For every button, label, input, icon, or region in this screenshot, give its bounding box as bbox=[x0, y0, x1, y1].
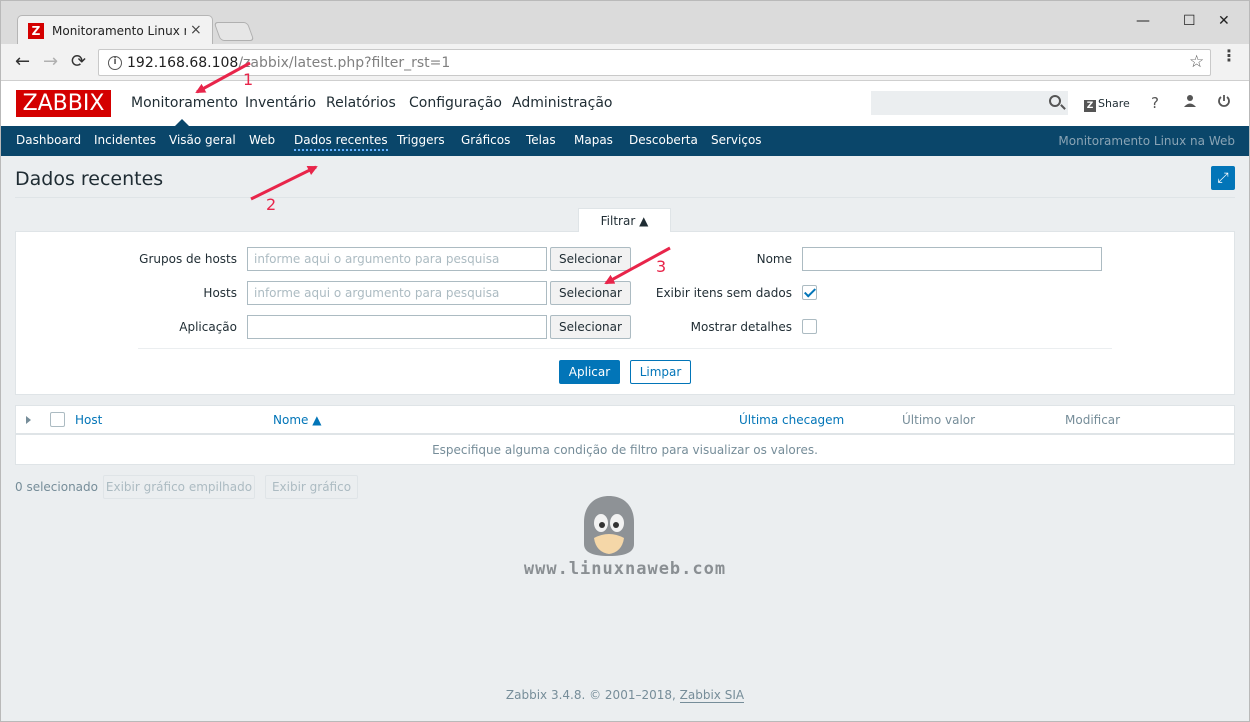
clear-button[interactable]: Limpar bbox=[630, 360, 691, 384]
menu-configuracao[interactable]: Configuração bbox=[409, 95, 502, 111]
menu-monitoramento[interactable]: Monitoramento bbox=[131, 95, 238, 126]
tab-title: Monitoramento Linux na bbox=[52, 24, 186, 38]
penguin-logo-icon bbox=[584, 496, 634, 556]
hosts-input[interactable] bbox=[247, 281, 547, 305]
fullscreen-icon[interactable]: ⤢ bbox=[1211, 166, 1235, 190]
submenu-dashboard[interactable]: Dashboard bbox=[16, 133, 81, 147]
apply-button[interactable]: Aplicar bbox=[559, 360, 620, 384]
submenu-triggers[interactable]: Triggers bbox=[397, 133, 445, 147]
submenu-web[interactable]: Web bbox=[249, 133, 275, 147]
table-header: Host Nome ▲ Última checagem Último valor… bbox=[16, 406, 1234, 435]
submenu-dados-recentes[interactable]: Dados recentes bbox=[294, 133, 388, 151]
search-icon[interactable] bbox=[1049, 95, 1061, 107]
share-z-icon: Z bbox=[1084, 100, 1096, 112]
share-button[interactable]: Z Share bbox=[1084, 97, 1130, 112]
stacked-graph-button[interactable]: Exibir gráfico empilhado bbox=[103, 475, 255, 499]
zabbix-header: ZABBIX Monitoramento Inventário Relatóri… bbox=[0, 81, 1250, 126]
latest-data-table: Host Nome ▲ Última checagem Último valor… bbox=[15, 405, 1235, 465]
footer-link[interactable]: Zabbix SIA bbox=[679, 688, 745, 703]
browser-tab[interactable]: Z Monitoramento Linux na × bbox=[17, 15, 213, 45]
submenu-visao-geral[interactable]: Visão geral bbox=[169, 133, 236, 147]
name-input[interactable] bbox=[802, 247, 1102, 271]
submenu-bar: Dashboard Incidentes Visão geral Web Dad… bbox=[0, 126, 1250, 156]
browser-titlebar: Z Monitoramento Linux na × — ☐ ✕ bbox=[0, 0, 1250, 45]
annotation-arrow-2 bbox=[250, 165, 318, 201]
application-label: Aplicação bbox=[179, 320, 237, 334]
menu-relatorios[interactable]: Relatórios bbox=[326, 95, 396, 111]
annotation-label-1: 1 bbox=[243, 70, 254, 89]
window-close-icon[interactable]: ✕ bbox=[1218, 13, 1230, 29]
show-items-without-data-checkbox[interactable] bbox=[802, 285, 817, 300]
annotation-label-2: 2 bbox=[266, 195, 277, 214]
select-host-groups-button[interactable]: Selecionar bbox=[550, 247, 631, 271]
graph-button[interactable]: Exibir gráfico bbox=[265, 475, 358, 499]
menu-inventario[interactable]: Inventário bbox=[245, 95, 316, 111]
zabbix-logo[interactable]: ZABBIX bbox=[16, 90, 111, 117]
submenu-telas[interactable]: Telas bbox=[526, 133, 556, 147]
show-details-label: Mostrar detalhes bbox=[690, 320, 792, 334]
back-arrow-icon[interactable]: ← bbox=[15, 51, 30, 72]
forward-arrow-icon[interactable]: → bbox=[43, 51, 58, 72]
host-groups-input[interactable] bbox=[247, 247, 547, 271]
maximize-icon[interactable]: ☐ bbox=[1183, 13, 1196, 29]
reload-icon[interactable]: ⟳ bbox=[71, 51, 86, 72]
tab-close-icon[interactable]: × bbox=[190, 22, 202, 38]
title-divider bbox=[15, 197, 1235, 198]
submenu-servicos[interactable]: Serviços bbox=[711, 133, 762, 147]
page-title: Dados recentes bbox=[15, 168, 164, 190]
filter-tab[interactable]: Filtrar ▲ bbox=[578, 208, 671, 232]
address-bar[interactable]: i 192.168.68.108/zabbix/latest.php?filte… bbox=[98, 49, 1211, 76]
host-groups-label: Grupos de hosts bbox=[139, 252, 237, 266]
submenu-mapas[interactable]: Mapas bbox=[574, 133, 613, 147]
column-nome[interactable]: Nome ▲ bbox=[273, 413, 321, 427]
global-search-input[interactable] bbox=[871, 91, 1068, 115]
url-text: 192.168.68.108/zabbix/latest.php?filter_… bbox=[127, 55, 450, 71]
expand-all-icon[interactable] bbox=[26, 416, 31, 424]
submenu-descoberta[interactable]: Descoberta bbox=[629, 133, 698, 147]
annotation-label-3: 3 bbox=[656, 257, 667, 276]
help-icon[interactable]: ? bbox=[1151, 94, 1159, 112]
column-ultima-checagem[interactable]: Última checagem bbox=[739, 413, 844, 427]
table-empty-message: Especifique alguma condição de filtro pa… bbox=[432, 443, 818, 457]
browser-menu-icon[interactable]: ⋮ bbox=[1221, 48, 1237, 64]
select-application-button[interactable]: Selecionar bbox=[550, 315, 631, 339]
application-input[interactable] bbox=[247, 315, 547, 339]
url-path: /zabbix/latest.php?filter_rst=1 bbox=[238, 55, 451, 71]
info-icon[interactable]: i bbox=[108, 56, 122, 70]
select-hosts-button[interactable]: Selecionar bbox=[550, 281, 631, 305]
submenu-incidentes[interactable]: Incidentes bbox=[94, 133, 156, 147]
watermark-text: www.linuxnaweb.com bbox=[523, 559, 727, 579]
selected-count: 0 selecionado bbox=[15, 480, 98, 494]
server-name: Monitoramento Linux na Web bbox=[1058, 134, 1235, 148]
column-host[interactable]: Host bbox=[75, 413, 102, 427]
submenu-graficos[interactable]: Gráficos bbox=[461, 133, 510, 147]
select-all-checkbox[interactable] bbox=[50, 412, 65, 427]
column-modificar: Modificar bbox=[1065, 413, 1121, 427]
share-label: Share bbox=[1098, 97, 1130, 110]
user-icon[interactable] bbox=[1183, 94, 1197, 112]
zabbix-favicon-icon: Z bbox=[28, 23, 44, 39]
minimize-icon[interactable]: — bbox=[1136, 13, 1150, 29]
new-tab-button[interactable] bbox=[213, 22, 255, 41]
show-items-without-data-label: Exibir itens sem dados bbox=[655, 286, 792, 300]
footer-text: Zabbix 3.4.8. © 2001–2018, bbox=[505, 688, 676, 702]
footer: Zabbix 3.4.8. © 2001–2018, Zabbix SIA bbox=[0, 688, 1250, 703]
power-icon[interactable] bbox=[1217, 94, 1231, 112]
show-details-checkbox[interactable] bbox=[802, 319, 817, 334]
browser-toolbar: ← → ⟳ i 192.168.68.108/zabbix/latest.php… bbox=[0, 44, 1250, 81]
bookmark-star-icon[interactable]: ☆ bbox=[1189, 52, 1204, 72]
url-host: 192.168.68.108 bbox=[127, 55, 239, 71]
hosts-label: Hosts bbox=[203, 286, 237, 300]
filter-divider bbox=[138, 348, 1112, 349]
menu-administracao[interactable]: Administração bbox=[512, 95, 612, 111]
column-ultimo-valor: Último valor bbox=[902, 413, 976, 427]
